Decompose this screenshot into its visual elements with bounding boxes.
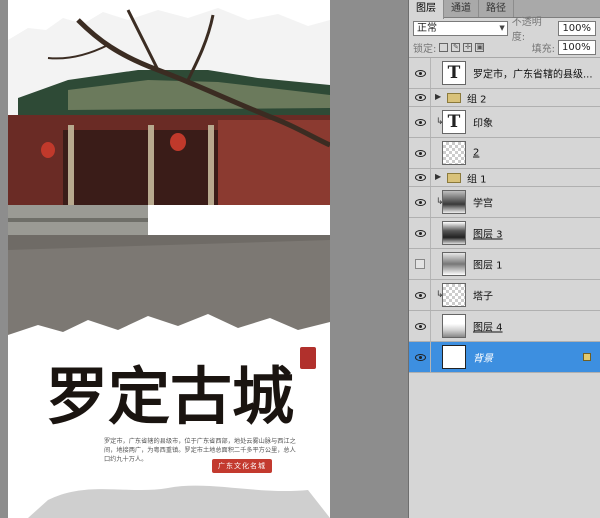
- layer-row[interactable]: 2: [409, 138, 600, 169]
- layer-row[interactable]: ↳ 塔子: [409, 280, 600, 311]
- eye-icon[interactable]: [413, 169, 427, 186]
- lock-row: 锁定: ✎ ✛ ▣ 填充: 100%: [409, 38, 600, 58]
- layer-name: 图层 3: [473, 229, 503, 241]
- lock-label: 锁定:: [413, 44, 437, 55]
- eye-hidden-icon[interactable]: [413, 249, 427, 279]
- expand-arrow-icon[interactable]: ▶: [435, 172, 441, 181]
- layer-name: 组 1: [467, 174, 487, 185]
- blend-mode-value: 正常: [417, 22, 437, 34]
- layer-thumbnail: [442, 141, 466, 165]
- title-text: 罗定古城: [46, 360, 294, 433]
- layer-name: 罗定市，广东省辖的县级...: [473, 69, 593, 81]
- layer-name: 学宫: [473, 198, 493, 210]
- canvas-workspace[interactable]: 罗定古城 罗定市，广东省辖的县级市，位于广东省西部，地处云雾山脉与西江之间，地接…: [0, 0, 408, 518]
- layer-name: 塔子: [473, 291, 493, 303]
- blend-mode-select[interactable]: 正常 ▼: [413, 20, 508, 36]
- tab-channels[interactable]: 通道: [444, 0, 479, 17]
- opacity-input[interactable]: 100%: [558, 20, 596, 36]
- eye-icon[interactable]: [413, 218, 427, 248]
- layer-group-row[interactable]: ▶ 组 1: [409, 169, 600, 187]
- lock-position-icon[interactable]: ✛: [463, 43, 473, 52]
- layer-thumbnail: [442, 314, 466, 338]
- layer-row[interactable]: ↳ 学宫: [409, 187, 600, 218]
- eye-icon[interactable]: [413, 58, 427, 88]
- blend-row: 正常 ▼ 不透明度: 100%: [409, 17, 600, 43]
- folder-icon: [447, 93, 461, 103]
- expand-arrow-icon[interactable]: ▶: [435, 92, 441, 101]
- layer-name: 印象: [473, 118, 493, 130]
- text-layer-icon: T: [442, 110, 466, 134]
- title-calligraphy: 罗定古城: [46, 360, 294, 433]
- layer-thumbnail: [442, 345, 466, 369]
- layer-name: 图层 1: [473, 260, 503, 272]
- eye-icon[interactable]: [413, 89, 427, 106]
- layer-row[interactable]: T 罗定市，广东省辖的县级...: [409, 58, 600, 89]
- opacity-value: 100%: [562, 22, 592, 34]
- eye-icon[interactable]: [413, 138, 427, 168]
- fill-value: 100%: [562, 42, 591, 53]
- panel-tabs: 图层 通道 路径: [409, 0, 600, 19]
- layer-thumbnail: [442, 221, 466, 245]
- folder-icon: [447, 173, 461, 183]
- lock-transparency-icon[interactable]: [439, 43, 449, 52]
- layer-group-row[interactable]: ▶ 组 2: [409, 89, 600, 107]
- layer-row[interactable]: 图层 3: [409, 218, 600, 249]
- layer-name: 图层 4: [473, 322, 503, 334]
- fill-input[interactable]: 100%: [558, 40, 596, 55]
- red-stamp: 广东文化名城: [212, 459, 272, 473]
- fill-label: 填充:: [531, 44, 555, 55]
- layer-row[interactable]: 图层 1: [409, 249, 600, 280]
- opacity-label: 不透明度:: [511, 17, 542, 43]
- text-layer-icon: T: [442, 61, 466, 85]
- eye-icon[interactable]: [413, 311, 427, 341]
- document-canvas[interactable]: 罗定古城 罗定市，广东省辖的县级市，位于广东省西部，地处云雾山脉与西江之间，地接…: [8, 0, 330, 518]
- layer-name: 2: [473, 147, 480, 159]
- layer-thumbnail: [442, 190, 466, 214]
- tab-layers[interactable]: 图层: [409, 0, 444, 19]
- seal-mark: [300, 347, 316, 369]
- eye-icon[interactable]: [413, 280, 427, 310]
- layer-thumbnail: [442, 283, 466, 307]
- layer-row[interactable]: 图层 4: [409, 311, 600, 342]
- layer-name: 组 2: [467, 94, 487, 105]
- tab-paths[interactable]: 路径: [479, 0, 514, 17]
- lock-all-icon[interactable]: ▣: [475, 43, 485, 52]
- eye-icon[interactable]: [413, 187, 427, 217]
- lock-pixels-icon[interactable]: ✎: [451, 43, 461, 52]
- layers-panel: 图层 通道 路径 正常 ▼ 不透明度: 100% 锁定: ✎ ✛ ▣ 填充: 1…: [408, 0, 600, 518]
- lock-icon: [583, 353, 591, 361]
- layer-name: 背景: [473, 353, 493, 365]
- eye-icon[interactable]: [413, 342, 427, 372]
- eye-icon[interactable]: [413, 107, 427, 137]
- layer-row[interactable]: ↳ T 印象: [409, 107, 600, 138]
- layer-row-background[interactable]: 背景: [409, 342, 600, 373]
- layer-thumbnail: [442, 252, 466, 276]
- layer-list: T 罗定市，广东省辖的县级... ▶ 组 2 ↳ T 印象 2 ▶ 组 1 ↳ …: [409, 58, 600, 373]
- chevron-down-icon: ▼: [499, 23, 505, 32]
